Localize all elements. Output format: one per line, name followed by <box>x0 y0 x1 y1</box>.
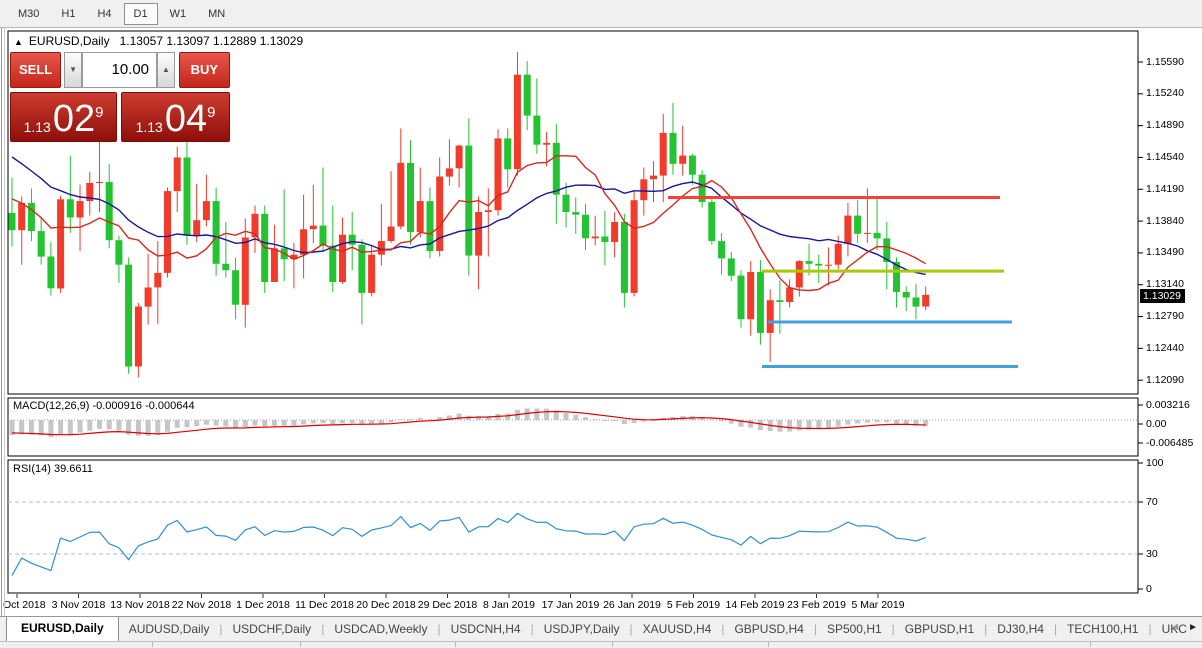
timeframe-toolbar: M30 H1 H4 D1 W1 MN <box>0 0 1202 28</box>
volume-decrease-button[interactable]: ▼ <box>64 52 82 88</box>
bid-price-big: 02 <box>52 98 96 140</box>
tab-scroll-right-icon[interactable]: ► <box>1188 622 1198 633</box>
date-axis-label: 23 Feb 2019 <box>787 599 846 611</box>
symbol-tab-usdcad-weekly[interactable]: USDCAD,Weekly <box>324 618 437 641</box>
rsi-axis-label: 30 <box>1146 547 1158 560</box>
macd-axis-label: 0.00 <box>1146 417 1167 430</box>
timeframe-button-m30[interactable]: M30 <box>8 3 49 25</box>
symbol-tab-bar: EURUSD,Daily AUDUSD,Daily | USDCHF,Daily | US… <box>0 616 1202 641</box>
spin-down-icon: ▼ <box>69 65 78 74</box>
symbol-tab-audusd-daily[interactable]: AUDUSD,Daily <box>119 618 220 641</box>
date-axis-label: 29 Dec 2018 <box>417 599 478 611</box>
status-strip-separator <box>300 642 301 647</box>
date-axis-label: 3 Nov 2018 <box>51 599 106 611</box>
ask-price-big: 04 <box>164 98 208 140</box>
date-axis-label: 5 Feb 2019 <box>666 599 721 611</box>
window-left-border-inner <box>4 28 5 616</box>
tab-scroll-left-icon[interactable]: ◄ <box>1170 622 1180 633</box>
status-strip-separator <box>612 642 613 647</box>
symbol-tab-dj30-h4[interactable]: DJ30,H4 <box>987 618 1054 641</box>
collapse-panel-icon[interactable]: ▲ <box>14 37 23 47</box>
status-strip-separator <box>768 642 769 647</box>
price-axis-label: 1.15240 <box>1146 87 1184 100</box>
rsi-indicator-label: RSI(14) 39.6611 <box>13 463 93 475</box>
symbol-tab-sp500-h1[interactable]: SP500,H1 <box>817 618 892 641</box>
date-axis-label: 1 Dec 2018 <box>236 599 290 611</box>
current-price-tag: 1.13029 <box>1140 289 1185 303</box>
tab-scroll-buttons: ◄ ► <box>1170 622 1198 633</box>
macd-indicator-label: MACD(12,26,9) -0.000916 -0.000644 <box>13 400 195 412</box>
date-axis-label: 8 Jan 2019 <box>483 599 535 611</box>
symbol-tab-usdcnh-h4[interactable]: USDCNH,H4 <box>441 618 531 641</box>
volume-increase-button[interactable]: ▲ <box>157 52 175 88</box>
timeframe-button-d1[interactable]: D1 <box>123 2 158 25</box>
price-axis-label: 1.12790 <box>1146 310 1184 323</box>
macd-axis-label: 0.003216 <box>1146 398 1190 411</box>
price-axis-label: 1.14190 <box>1146 182 1184 195</box>
volume-input[interactable]: 10.00 <box>81 52 158 88</box>
price-axis-label: 1.15590 <box>1146 55 1184 68</box>
bid-price-small: 1.13 <box>23 119 51 135</box>
symbol-tab-gbpusd-h4[interactable]: GBPUSD,H4 <box>724 618 813 641</box>
symbol-tab-usdchf-daily[interactable]: USDCHF,Daily <box>223 618 322 641</box>
bid-price-sup: 9 <box>95 104 104 121</box>
status-strip <box>0 641 1202 648</box>
date-axis-label: 20 Dec 2018 <box>356 599 416 611</box>
status-strip-separator <box>1090 642 1091 647</box>
ask-price-display[interactable]: 1.13 04 9 <box>121 92 230 142</box>
date-axis-label: 11 Dec 2018 <box>295 599 354 611</box>
rsi-axis-label: 70 <box>1146 495 1158 508</box>
price-axis-label: 1.14890 <box>1146 119 1184 132</box>
date-axis-label: 25 Oct 2018 <box>0 599 46 611</box>
chart-title: ▲ EURUSD,Daily 1.13057 1.13097 1.12889 1.1… <box>14 34 303 48</box>
bid-price-display[interactable]: 1.13 02 9 <box>10 92 117 142</box>
ask-price-small: 1.13 <box>135 119 163 135</box>
date-axis-label: 22 Nov 2018 <box>171 599 232 611</box>
symbol-tab-gbpusd-h1[interactable]: GBPUSD,H1 <box>895 618 984 641</box>
window-left-border <box>1 28 2 616</box>
price-axis-label: 1.12440 <box>1146 341 1184 354</box>
buy-button[interactable]: BUY <box>178 52 230 88</box>
timeframe-button-w1[interactable]: W1 <box>160 3 197 25</box>
ask-price-sup: 9 <box>207 104 216 121</box>
price-axis-label: 1.14540 <box>1146 150 1184 163</box>
sell-button[interactable]: SELL <box>10 52 62 88</box>
rsi-axis-label: 0 <box>1146 582 1152 595</box>
status-strip-separator <box>152 642 153 647</box>
symbol-tab-xauusd-h4[interactable]: XAUUSD,H4 <box>633 618 722 641</box>
date-axis-label: 5 Mar 2019 <box>851 599 905 611</box>
chart-ohlc-values: 1.13057 1.13097 1.12889 1.13029 <box>119 34 304 48</box>
symbol-tab-usdjpy-daily[interactable]: USDJPY,Daily <box>534 618 630 641</box>
one-click-trading-panel: SELL ▼ 10.00 ▲ BUY 1.13 02 9 1.13 04 9 <box>10 52 230 144</box>
status-strip-separator <box>455 642 456 647</box>
date-axis-label: 13 Nov 2018 <box>110 599 170 611</box>
symbol-tab-eurusd-daily[interactable]: EURUSD,Daily <box>6 617 119 641</box>
date-axis-label: 26 Jan 2019 <box>603 599 661 611</box>
timeframe-button-h4[interactable]: H4 <box>87 3 121 25</box>
macd-axis-label: -0.006485 <box>1146 436 1194 449</box>
spin-up-icon: ▲ <box>161 65 170 74</box>
symbol-tab-tech100-h1[interactable]: TECH100,H1 <box>1057 618 1148 641</box>
date-axis-label: 14 Feb 2019 <box>725 599 785 611</box>
price-axis-label: 1.13840 <box>1146 214 1184 227</box>
timeframe-button-h1[interactable]: H1 <box>51 3 85 25</box>
chart-symbol-period: EURUSD,Daily <box>28 34 110 48</box>
timeframe-button-mn[interactable]: MN <box>198 3 235 25</box>
price-axis-label: 1.13490 <box>1146 246 1184 259</box>
rsi-axis-label: 100 <box>1146 456 1164 469</box>
price-axis-label: 1.12090 <box>1146 373 1184 386</box>
date-axis-label: 17 Jan 2019 <box>541 599 600 611</box>
